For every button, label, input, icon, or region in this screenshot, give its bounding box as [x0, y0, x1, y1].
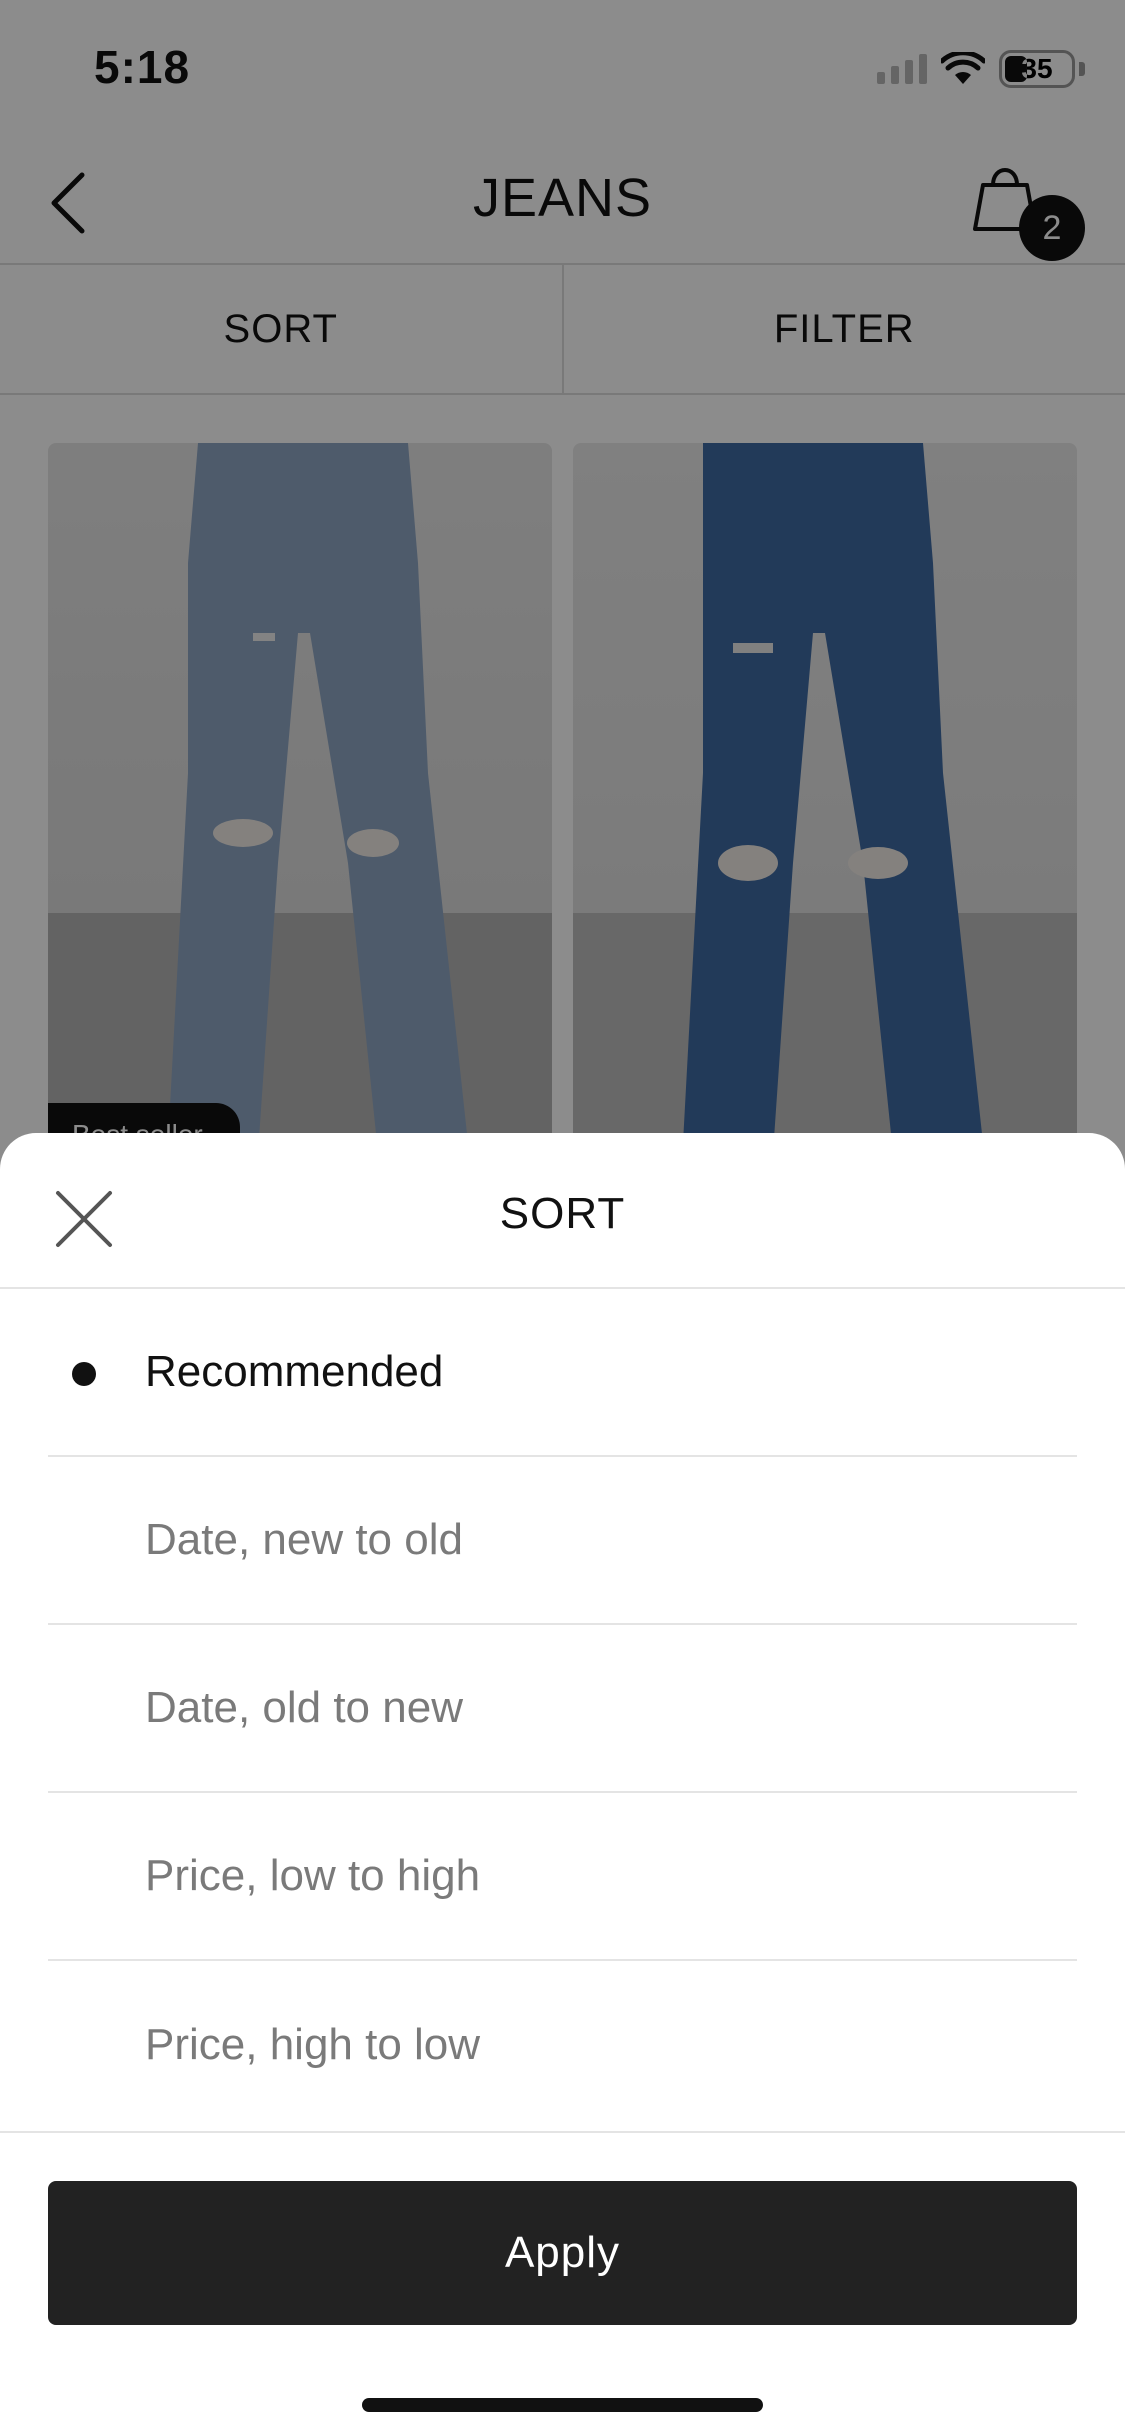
sort-option-recommended[interactable]: Recommended: [48, 1289, 1077, 1457]
list-divider: [0, 2131, 1125, 2133]
sheet-header: SORT: [0, 1133, 1125, 1289]
selected-dot-icon: [72, 1362, 96, 1386]
sort-option-price-low-to-high[interactable]: Price, low to high: [48, 1793, 1077, 1961]
option-label: Recommended: [145, 1347, 444, 1396]
sort-options-list: Recommended Date, new to old Date, old t…: [0, 1289, 1125, 2129]
option-label: Price, high to low: [145, 2020, 481, 2069]
sort-option-price-high-to-low[interactable]: Price, high to low: [48, 1961, 1077, 2129]
sheet-title: SORT: [499, 1189, 626, 1238]
option-label: Date, new to old: [145, 1515, 463, 1564]
sort-sheet: SORT Recommended Date, new to old Date, …: [0, 1133, 1125, 2436]
home-indicator: [362, 2398, 763, 2412]
apply-button[interactable]: Apply: [48, 2181, 1077, 2325]
option-label: Price, low to high: [145, 1851, 481, 1900]
sort-option-date-old-to-new[interactable]: Date, old to new: [48, 1625, 1077, 1793]
option-label: Date, old to new: [145, 1683, 463, 1732]
sort-option-date-new-to-old[interactable]: Date, new to old: [48, 1457, 1077, 1625]
